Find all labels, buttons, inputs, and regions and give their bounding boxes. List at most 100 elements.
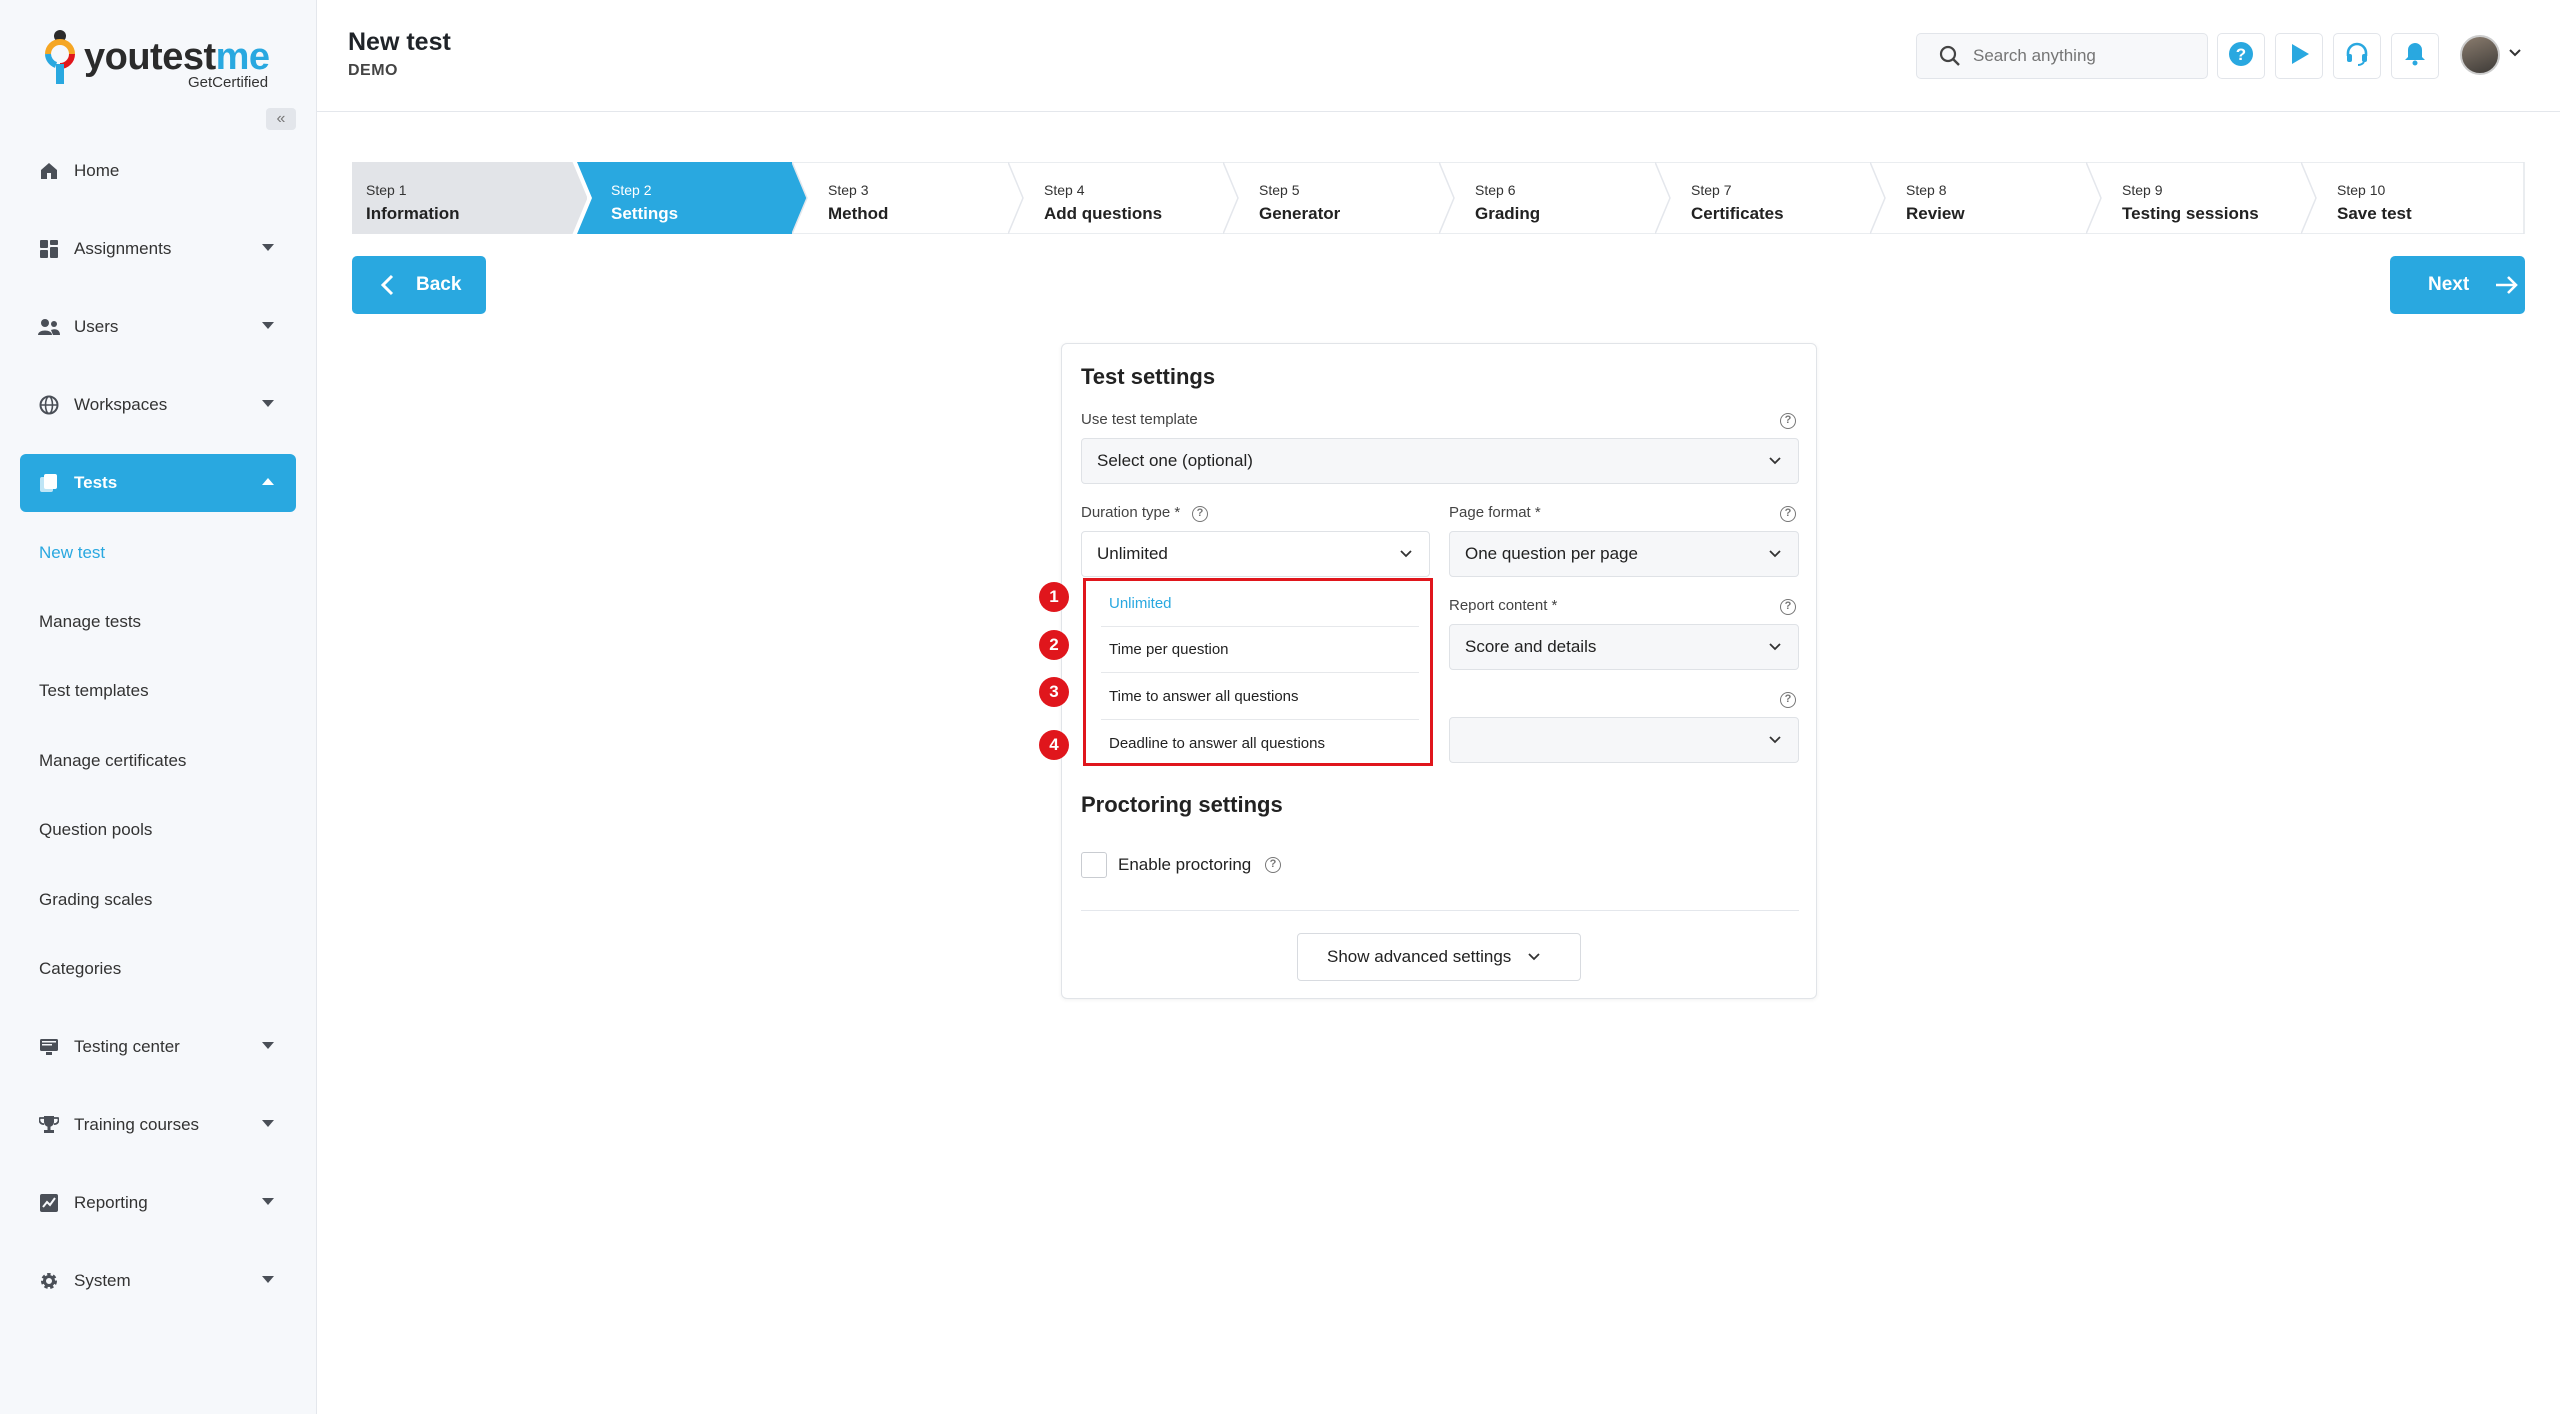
question-circle-icon: ? — [2228, 41, 2254, 72]
report-content-select[interactable]: Score and details — [1449, 624, 1799, 670]
step-testing-sessions[interactable]: Step 9 Testing sessions — [2086, 162, 2321, 234]
bell-icon — [2402, 41, 2428, 72]
collapse-sidebar-button[interactable]: « — [266, 108, 296, 130]
sidebar-item-training-courses[interactable]: Training courses — [20, 1096, 296, 1154]
chevron-down-icon — [1527, 952, 1541, 962]
caret-up-icon — [262, 478, 274, 485]
step-grading[interactable]: Step 6 Grading — [1439, 162, 1674, 234]
help-icon[interactable]: ? — [1780, 599, 1796, 615]
back-button-label: Back — [416, 274, 462, 295]
logo[interactable]: youtestme GetCertified — [40, 28, 280, 98]
help-icon[interactable]: ? — [1192, 506, 1208, 522]
step-label: Generator — [1259, 204, 1341, 223]
sidebar-item-system[interactable]: System — [20, 1252, 296, 1310]
template-select[interactable]: Select one (optional) — [1081, 438, 1799, 484]
caret-down-icon — [262, 1120, 274, 1127]
search-box[interactable] — [1916, 33, 2208, 79]
step-save-test[interactable]: Step 10 Save test — [2301, 162, 2525, 234]
enable-proctoring-checkbox[interactable] — [1081, 852, 1107, 878]
sidebar-subitem-manage-certificates[interactable]: Manage certificates — [39, 751, 186, 771]
step-number: Step 4 — [1044, 182, 1085, 198]
duration-type-select[interactable]: Unlimited — [1081, 531, 1430, 577]
help-icon[interactable]: ? — [1265, 857, 1281, 873]
top-header: New test DEMO ? — [317, 0, 2560, 112]
step-method[interactable]: Step 3 Method — [792, 162, 1027, 234]
sidebar-item-workspaces[interactable]: Workspaces — [20, 376, 296, 434]
help-icon[interactable]: ? — [1780, 413, 1796, 429]
sidebar-subitem-new-test[interactable]: New test — [39, 543, 105, 563]
sidebar-item-tests[interactable]: Tests — [20, 454, 296, 512]
chevron-down-icon — [1399, 549, 1413, 559]
step-number: Step 8 — [1906, 182, 1947, 198]
step-number: Step 9 — [2122, 182, 2163, 198]
sidebar-item-reporting[interactable]: Reporting — [20, 1174, 296, 1232]
help-button[interactable]: ? — [2217, 33, 2265, 79]
step-information[interactable]: Step 1 Information — [352, 162, 587, 234]
sidebar-item-users[interactable]: Users — [20, 298, 296, 356]
step-label: Information — [366, 204, 460, 223]
sidebar-item-label: Reporting — [74, 1193, 148, 1212]
notifications-button[interactable] — [2391, 33, 2439, 79]
search-input[interactable] — [1973, 46, 2193, 66]
chevron-down-icon — [1768, 735, 1782, 745]
avatar[interactable] — [2460, 35, 2500, 75]
step-label: Settings — [611, 204, 679, 223]
sidebar-subitem-grading-scales[interactable]: Grading scales — [39, 890, 152, 910]
duration-option-time-per-question[interactable]: Time per question — [1101, 627, 1419, 673]
duration-option-unlimited[interactable]: Unlimited — [1101, 581, 1419, 627]
marker-badge: 2 — [1039, 630, 1069, 660]
advanced-settings-label: Show advanced settings — [1327, 947, 1512, 966]
sidebar-item-testing-center[interactable]: Testing center — [20, 1018, 296, 1076]
step-number: Step 5 — [1259, 182, 1300, 198]
caret-down-icon — [262, 244, 274, 251]
chart-icon — [38, 1192, 60, 1214]
support-button[interactable] — [2333, 33, 2381, 79]
sidebar-item-label: Tests — [74, 473, 118, 492]
step-settings[interactable]: Step 2 Settings — [577, 162, 812, 234]
help-icon[interactable]: ? — [1780, 692, 1796, 708]
proctoring-settings-title: Proctoring settings — [1081, 792, 1283, 817]
step-number: Step 10 — [2337, 182, 2386, 198]
page-title: New test — [348, 28, 451, 56]
sidebar-subitem-question-pools[interactable]: Question pools — [39, 820, 152, 840]
step-certificates[interactable]: Step 7 Certificates — [1655, 162, 1890, 234]
sidebar-subitem-manage-tests[interactable]: Manage tests — [39, 612, 141, 632]
sidebar-item-label: Training courses — [74, 1115, 200, 1134]
sidebar-item-label: Users — [74, 317, 119, 336]
chevron-left-icon — [380, 274, 394, 296]
step-review[interactable]: Step 8 Review — [1870, 162, 2105, 234]
sidebar-item-home[interactable]: Home — [20, 142, 296, 200]
step-label: Method — [828, 204, 889, 223]
step-generator[interactable]: Step 5 Generator — [1223, 162, 1458, 234]
marker-badge: 3 — [1039, 677, 1069, 707]
duration-option-time-all-questions[interactable]: Time to answer all questions — [1101, 674, 1419, 720]
marker-badge: 1 — [1039, 582, 1069, 612]
hidden-field-select[interactable] — [1449, 717, 1799, 763]
sidebar-item-assignments[interactable]: Assignments — [20, 220, 296, 278]
globe-icon — [38, 394, 60, 416]
sidebar-subitem-categories[interactable]: Categories — [39, 959, 121, 979]
headset-icon — [2344, 41, 2370, 72]
svg-text:?: ? — [2236, 45, 2246, 64]
duration-type-dropdown: Unlimited Time per question Time to answ… — [1083, 578, 1433, 766]
help-icon[interactable]: ? — [1780, 506, 1796, 522]
page-subtitle: DEMO — [348, 62, 398, 79]
chevron-down-icon — [1768, 642, 1782, 652]
sidebar-subitem-test-templates[interactable]: Test templates — [39, 681, 149, 701]
duration-type-label: Duration type * — [1081, 504, 1181, 521]
sidebar-item-label: Home — [74, 161, 120, 180]
play-tutorial-button[interactable] — [2275, 33, 2323, 79]
next-button[interactable]: Next — [2390, 256, 2525, 314]
caret-down-icon — [262, 322, 274, 329]
chevron-down-icon[interactable] — [2508, 48, 2522, 58]
back-button[interactable]: Back — [352, 256, 486, 314]
step-add-questions[interactable]: Step 4 Add questions — [1008, 162, 1243, 234]
duration-option-deadline[interactable]: Deadline to answer all questions — [1101, 720, 1419, 766]
show-advanced-settings-button[interactable]: Show advanced settings — [1297, 933, 1581, 981]
page-format-select[interactable]: One question per page — [1449, 531, 1799, 577]
logo-tagline: GetCertified — [188, 74, 269, 91]
caret-down-icon — [262, 400, 274, 407]
step-label: Add questions — [1044, 204, 1163, 223]
step-label: Testing sessions — [2122, 204, 2259, 223]
gear-icon — [38, 1270, 60, 1292]
